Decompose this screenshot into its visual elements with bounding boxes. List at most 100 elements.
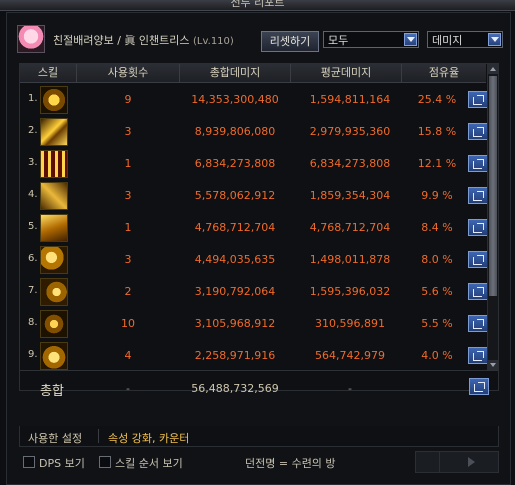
total-avg: - <box>348 382 352 395</box>
export-row-button[interactable] <box>468 155 488 172</box>
row-number: 7. <box>28 285 38 296</box>
sort-select[interactable]: 데미지 <box>427 31 503 48</box>
skill-icon-3 <box>40 150 68 178</box>
window-titlebar[interactable]: 전투 리포트 <box>0 0 515 11</box>
export-row-button[interactable] <box>468 283 488 300</box>
share-cell: 4.0 % <box>421 349 453 362</box>
total-damage: 56,488,732,569 <box>191 382 279 395</box>
export-row-button[interactable] <box>468 219 488 236</box>
uses-cell: 10 <box>121 317 135 330</box>
uses-cell: 1 <box>124 157 132 170</box>
report-header: 친절배려양보 / 眞 인챈트리스 (Lv.110) 리셋하기 모두 데미지 <box>17 21 503 55</box>
settings-value: 속성 강화, 카운터 <box>108 432 190 445</box>
row-number: 1. <box>28 93 38 104</box>
skill-icon-7 <box>40 278 68 306</box>
dungeon-name: 던전명 = 수련의 방 <box>245 457 336 470</box>
row-number: 2. <box>28 125 38 136</box>
avg-damage-cell: 1,594,811,164 <box>309 93 391 106</box>
filter-select-value: 모두 <box>328 34 349 47</box>
table-row: 6. 3 4,494,035,635 1,498,011,878 8.0 % <box>20 243 488 277</box>
scroll-down-icon[interactable] <box>488 360 498 370</box>
scroll-thumb[interactable] <box>489 76 497 296</box>
sort-select-value: 데미지 <box>432 34 463 47</box>
total-damage-cell: 4,768,712,704 <box>194 221 276 234</box>
export-total-button[interactable] <box>469 378 489 395</box>
table-header: 스킬 사용횟수 총합데미지 평균데미지 점유율 <box>20 64 486 83</box>
export-row-button[interactable] <box>468 347 488 364</box>
skill-order-checkbox[interactable] <box>99 456 111 468</box>
uses-cell: 3 <box>124 125 132 138</box>
share-cell: 5.5 % <box>421 317 453 330</box>
filter-select[interactable]: 모두 <box>323 31 419 48</box>
avg-damage-cell: 4,768,712,704 <box>309 221 391 234</box>
table-scrollbar[interactable] <box>487 64 498 370</box>
table-row: 7. 2 3,190,792,064 1,595,396,032 5.6 % <box>20 275 488 309</box>
skill-icon-4 <box>40 182 68 210</box>
row-number: 6. <box>28 253 38 264</box>
uses-cell: 4 <box>124 349 132 362</box>
uses-cell: 2 <box>124 285 132 298</box>
total-damage-cell: 3,190,792,064 <box>194 285 276 298</box>
chevron-down-icon[interactable] <box>404 33 417 46</box>
dps-checkbox[interactable] <box>23 456 35 468</box>
col-skill: 스킬 <box>20 64 77 82</box>
settings-divider <box>98 429 99 443</box>
table-row: 5. 1 4,768,712,704 4,768,712,704 8.4 % <box>20 211 488 245</box>
total-damage-cell: 3,105,968,912 <box>194 317 276 330</box>
table-row: 4. 3 5,578,062,912 1,859,354,304 9.9 % <box>20 179 488 213</box>
character-class: 眞 인챈트리스 <box>124 34 190 47</box>
row-number: 8. <box>28 317 38 328</box>
total-damage-cell: 8,939,806,080 <box>194 125 276 138</box>
total-uses: - <box>126 382 130 395</box>
export-row-button[interactable] <box>468 187 488 204</box>
col-avg: 평균데미지 <box>291 64 402 82</box>
total-row: 총합 - 56,488,732,569 - <box>20 370 498 404</box>
uses-cell: 3 <box>124 189 132 202</box>
row-number: 5. <box>28 221 38 232</box>
row-number: 4. <box>28 189 38 200</box>
share-cell: 25.4 % <box>417 93 457 106</box>
share-cell: 8.0 % <box>421 253 453 266</box>
skill-icon-1 <box>40 86 68 114</box>
export-row-button[interactable] <box>468 123 488 140</box>
avg-damage-cell: 310,596,891 <box>315 317 385 330</box>
table-row: 3. 1 6,834,273,808 6,834,273,808 12.1 % <box>20 147 488 181</box>
skill-icon-2 <box>40 118 68 146</box>
total-damage-cell: 5,578,062,912 <box>194 189 276 202</box>
avg-damage-cell: 1,859,354,304 <box>309 189 391 202</box>
scroll-up-icon[interactable] <box>488 64 498 74</box>
skill-icon-8 <box>40 310 68 338</box>
dps-label: DPS 보기 <box>39 457 85 470</box>
skill-icon-5 <box>40 214 68 242</box>
row-number: 9. <box>28 349 38 360</box>
table-row: 8. 10 3,105,968,912 310,596,891 5.5 % <box>20 307 488 341</box>
skill-order-label: 스킬 순서 보기 <box>115 457 183 470</box>
col-total: 총합데미지 <box>180 64 291 82</box>
avg-damage-cell: 1,595,396,032 <box>309 285 391 298</box>
export-row-button[interactable] <box>468 315 488 332</box>
character-info: 친절배려양보 / 眞 인챈트리스 (Lv.110) <box>53 32 234 48</box>
export-row-button[interactable] <box>468 91 488 108</box>
settings-label: 사용한 설정 <box>28 432 83 445</box>
share-cell: 8.4 % <box>421 221 453 234</box>
share-cell: 12.1 % <box>417 157 457 170</box>
export-row-button[interactable] <box>468 251 488 268</box>
avg-damage-cell: 1,498,011,878 <box>309 253 391 266</box>
avatar <box>17 25 45 53</box>
avg-damage-cell: 564,742,979 <box>315 349 385 362</box>
reset-button[interactable]: 리셋하기 <box>261 31 319 52</box>
combat-report-window: 친절배려양보 / 眞 인챈트리스 (Lv.110) 리셋하기 모두 데미지 스킬… <box>6 12 511 485</box>
share-cell: 9.9 % <box>421 189 453 202</box>
col-share: 점유율 <box>428 66 460 79</box>
skill-icon-6 <box>40 246 68 274</box>
total-damage-cell: 6,834,273,808 <box>194 157 276 170</box>
share-cell: 15.8 % <box>417 125 457 138</box>
table-row: 9. 4 2,258,971,916 564,742,979 4.0 % <box>20 339 488 373</box>
total-damage-cell: 4,494,035,635 <box>194 253 276 266</box>
next-arrow-icon[interactable] <box>439 451 499 473</box>
total-damage-cell: 2,258,971,916 <box>194 349 276 362</box>
skill-icon-9 <box>40 342 68 370</box>
footer: DPS 보기 스킬 순서 보기 던전명 = 수련의 방 <box>7 451 510 481</box>
chevron-down-icon[interactable] <box>488 33 501 46</box>
total-damage-cell: 14,353,300,480 <box>191 93 279 106</box>
